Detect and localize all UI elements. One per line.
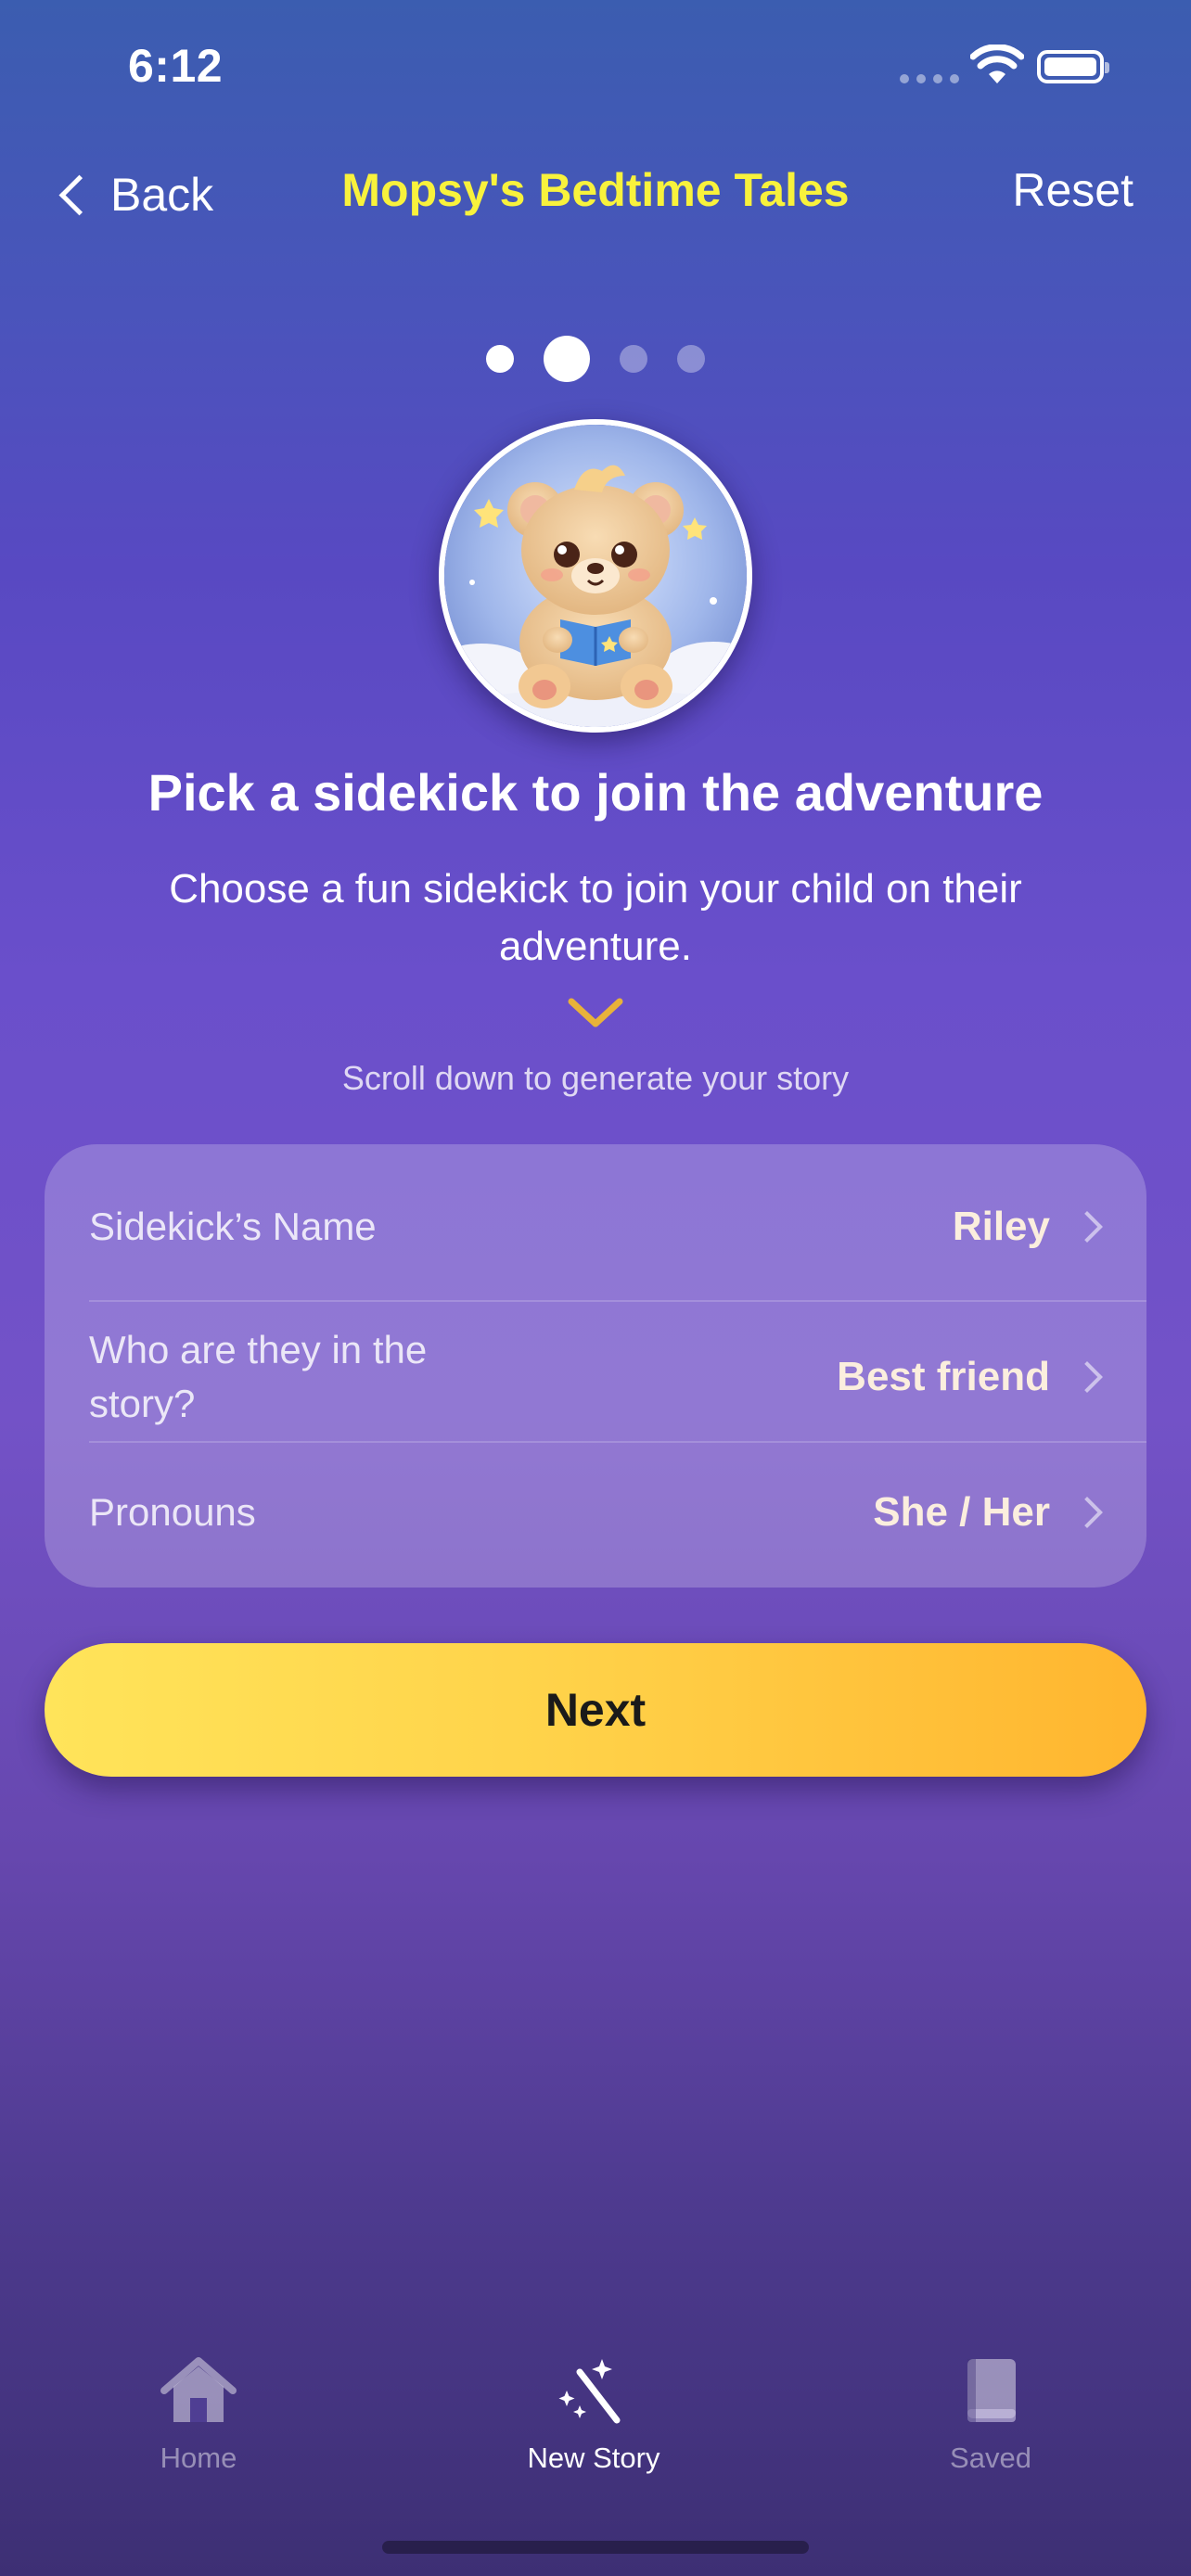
battery-icon	[1037, 50, 1109, 83]
sidekick-role-label: Who are they in the story?	[89, 1328, 428, 1425]
scroll-hint: Scroll down to generate your story	[341, 1059, 850, 1097]
page-dot-3[interactable]	[620, 345, 647, 373]
tab-home[interactable]: Home	[78, 2355, 319, 2475]
chevron-down-icon	[568, 998, 623, 1027]
pronouns-row[interactable]: Pronouns She / Her	[89, 1486, 1146, 1539]
page-indicator	[0, 336, 1191, 382]
tab-saved[interactable]: Saved	[870, 2355, 1111, 2475]
next-button-label: Next	[544, 1684, 647, 1736]
sidekick-name-label: Sidekick’s Name	[89, 1205, 377, 1248]
sidekick-name-row[interactable]: Sidekick’s Name Riley	[89, 1200, 1146, 1254]
page-dot-2-current[interactable]	[544, 336, 590, 382]
sidekick-name-value: Riley	[952, 1204, 1050, 1249]
sidekick-role-row[interactable]: Who are they in the story? Best friend	[89, 1311, 1146, 1443]
pronouns-label: Pronouns	[89, 1490, 256, 1534]
chevron-right-icon	[1071, 1211, 1103, 1243]
pronouns-value: She / Her	[873, 1489, 1050, 1535]
row-divider	[89, 1441, 1146, 1443]
reset-button[interactable]: Reset	[1012, 163, 1133, 217]
teddy-bear-avatar	[439, 419, 752, 733]
status-bar: 6:12	[0, 0, 1191, 130]
cellular-signal-icon	[900, 74, 959, 83]
book-icon	[967, 2359, 1016, 2422]
home-indicator[interactable]	[382, 2541, 809, 2554]
sidekick-form-card: Sidekick’s Name Riley Who are they in th…	[45, 1144, 1146, 1588]
page-dot-4[interactable]	[677, 345, 705, 373]
tab-new-story-label: New Story	[527, 2442, 660, 2474]
row-divider	[89, 1300, 1146, 1302]
wifi-icon	[970, 45, 1024, 83]
status-time: 6:12	[128, 40, 224, 92]
sidekick-role-value: Best friend	[837, 1354, 1050, 1399]
page-title: Pick a sidekick to join the adventure	[147, 763, 1044, 822]
next-button[interactable]: Next	[45, 1643, 1146, 1777]
tab-home-label: Home	[160, 2442, 237, 2474]
home-icon	[160, 2357, 237, 2422]
page-description: Choose a fun sidekick to join your child…	[169, 866, 1022, 969]
tab-new-story[interactable]: New Story	[473, 2355, 714, 2475]
page-dot-1[interactable]	[486, 345, 514, 373]
tab-saved-label: Saved	[950, 2442, 1031, 2474]
chevron-right-icon	[1071, 1361, 1103, 1393]
magic-wand-icon	[558, 2359, 621, 2424]
chevron-right-icon	[1071, 1497, 1103, 1528]
